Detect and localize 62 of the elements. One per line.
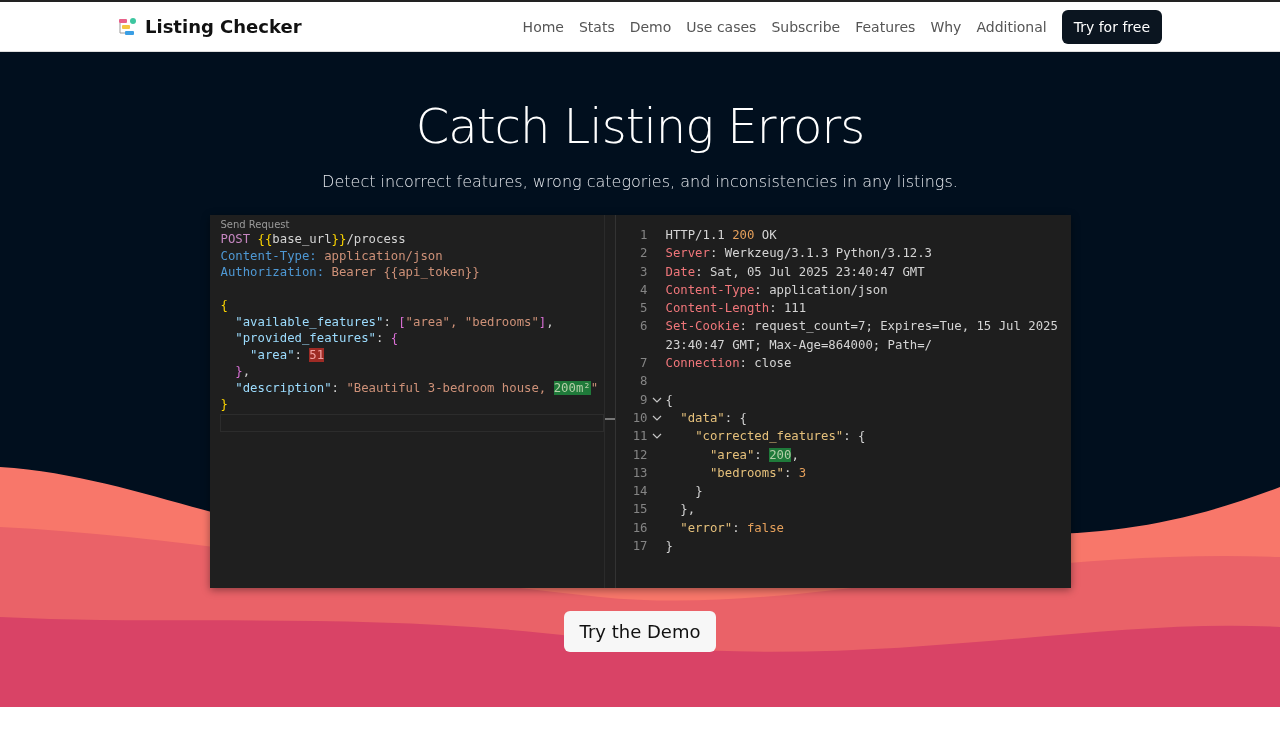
line-number: 13	[631, 464, 648, 482]
chevron-down-icon[interactable]	[651, 415, 662, 422]
line-number: 14	[631, 483, 648, 501]
code-line: }	[694, 483, 704, 501]
chevron-down-icon[interactable]	[651, 433, 662, 440]
try-free-button[interactable]: Try for free	[1061, 9, 1162, 44]
code-line: Date: Sat, 05 Jul 2025 23:40:47 GMT	[665, 263, 926, 281]
code-line: Authorization: Bearer {{api_token}}	[220, 264, 481, 281]
nav-link[interactable]: Demo	[629, 18, 672, 35]
code-line: "available_features": ["area", "bedrooms"],	[234, 313, 555, 330]
line-number: 1	[639, 227, 648, 244]
try-demo-button[interactable]: Try the Demo	[563, 611, 717, 652]
code-line: "data": {	[679, 409, 748, 427]
code-line: Set-Cookie: request_count=7; Expires=Tue, 15 Jul 2025 23:40:47 GMT; Max-Age=864000; Path=/	[665, 318, 1059, 354]
code-line: "area": 200,	[708, 446, 800, 464]
line-number: 12	[631, 446, 648, 464]
line-number: 11	[631, 428, 648, 446]
line-number: 9	[639, 391, 648, 409]
logo-icon	[118, 16, 138, 37]
line-number: 10	[631, 409, 648, 427]
code-line: Content-Type: application/json	[665, 281, 889, 299]
chevron-down-icon[interactable]	[651, 396, 662, 403]
line-number: 15	[631, 501, 648, 519]
code-line: {	[220, 297, 229, 314]
line-number: 6	[639, 318, 648, 336]
hero-subtitle: Detect incorrect features, wrong categories, and inconsistencies in any listings.	[322, 172, 958, 191]
hero-title: Catch Listing Errors	[415, 98, 865, 154]
splitter-handle[interactable]	[604, 418, 615, 420]
code-line: HTTP/1.1 200 OK	[665, 227, 778, 244]
send-request-label: Send Request	[220, 218, 291, 231]
line-number: 3	[639, 263, 648, 281]
code-line: "provided_features": {	[234, 330, 400, 347]
code-line: Connection: close	[665, 355, 793, 373]
code-line: "bedrooms": 3	[708, 464, 808, 482]
nav-link[interactable]: Why	[930, 18, 962, 35]
nav-link[interactable]: Subscribe	[771, 18, 841, 35]
nav-link[interactable]: Home	[522, 18, 564, 35]
code-line: "error": false	[679, 519, 785, 537]
code-line: Content-Type: application/json	[220, 247, 444, 264]
code-line: }	[665, 538, 674, 556]
line-number: 16	[631, 519, 648, 537]
line-number: 2	[639, 245, 648, 263]
nav-link[interactable]: Additional	[976, 18, 1047, 35]
line-number: 5	[639, 300, 648, 318]
line-number: 8	[639, 373, 648, 391]
code-line: Server: Werkzeug/3.1.3 Python/3.12.3	[665, 245, 934, 263]
code-line: POST {{base_url}}/process	[220, 231, 407, 248]
nav-link[interactable]: Stats	[578, 18, 615, 35]
brand-name: Listing Checker	[145, 16, 302, 37]
code-line: },	[234, 363, 252, 380]
code-line: "description": "Beautiful 3-bedroom house, 200m²"	[234, 379, 600, 396]
nav-link[interactable]: Use cases	[686, 18, 757, 35]
code-line: Content-Length: 111	[665, 300, 808, 318]
code-line: }	[220, 396, 229, 413]
code-line: },	[679, 501, 697, 519]
line-number: 7	[639, 355, 648, 373]
code-line: {	[665, 391, 674, 409]
code-line: "corrected_features": {	[694, 428, 867, 446]
code-line: "area": 51	[249, 346, 326, 363]
line-number: 4	[639, 281, 648, 299]
nav-link[interactable]: Features	[855, 18, 916, 35]
line-number: 17	[631, 538, 648, 556]
